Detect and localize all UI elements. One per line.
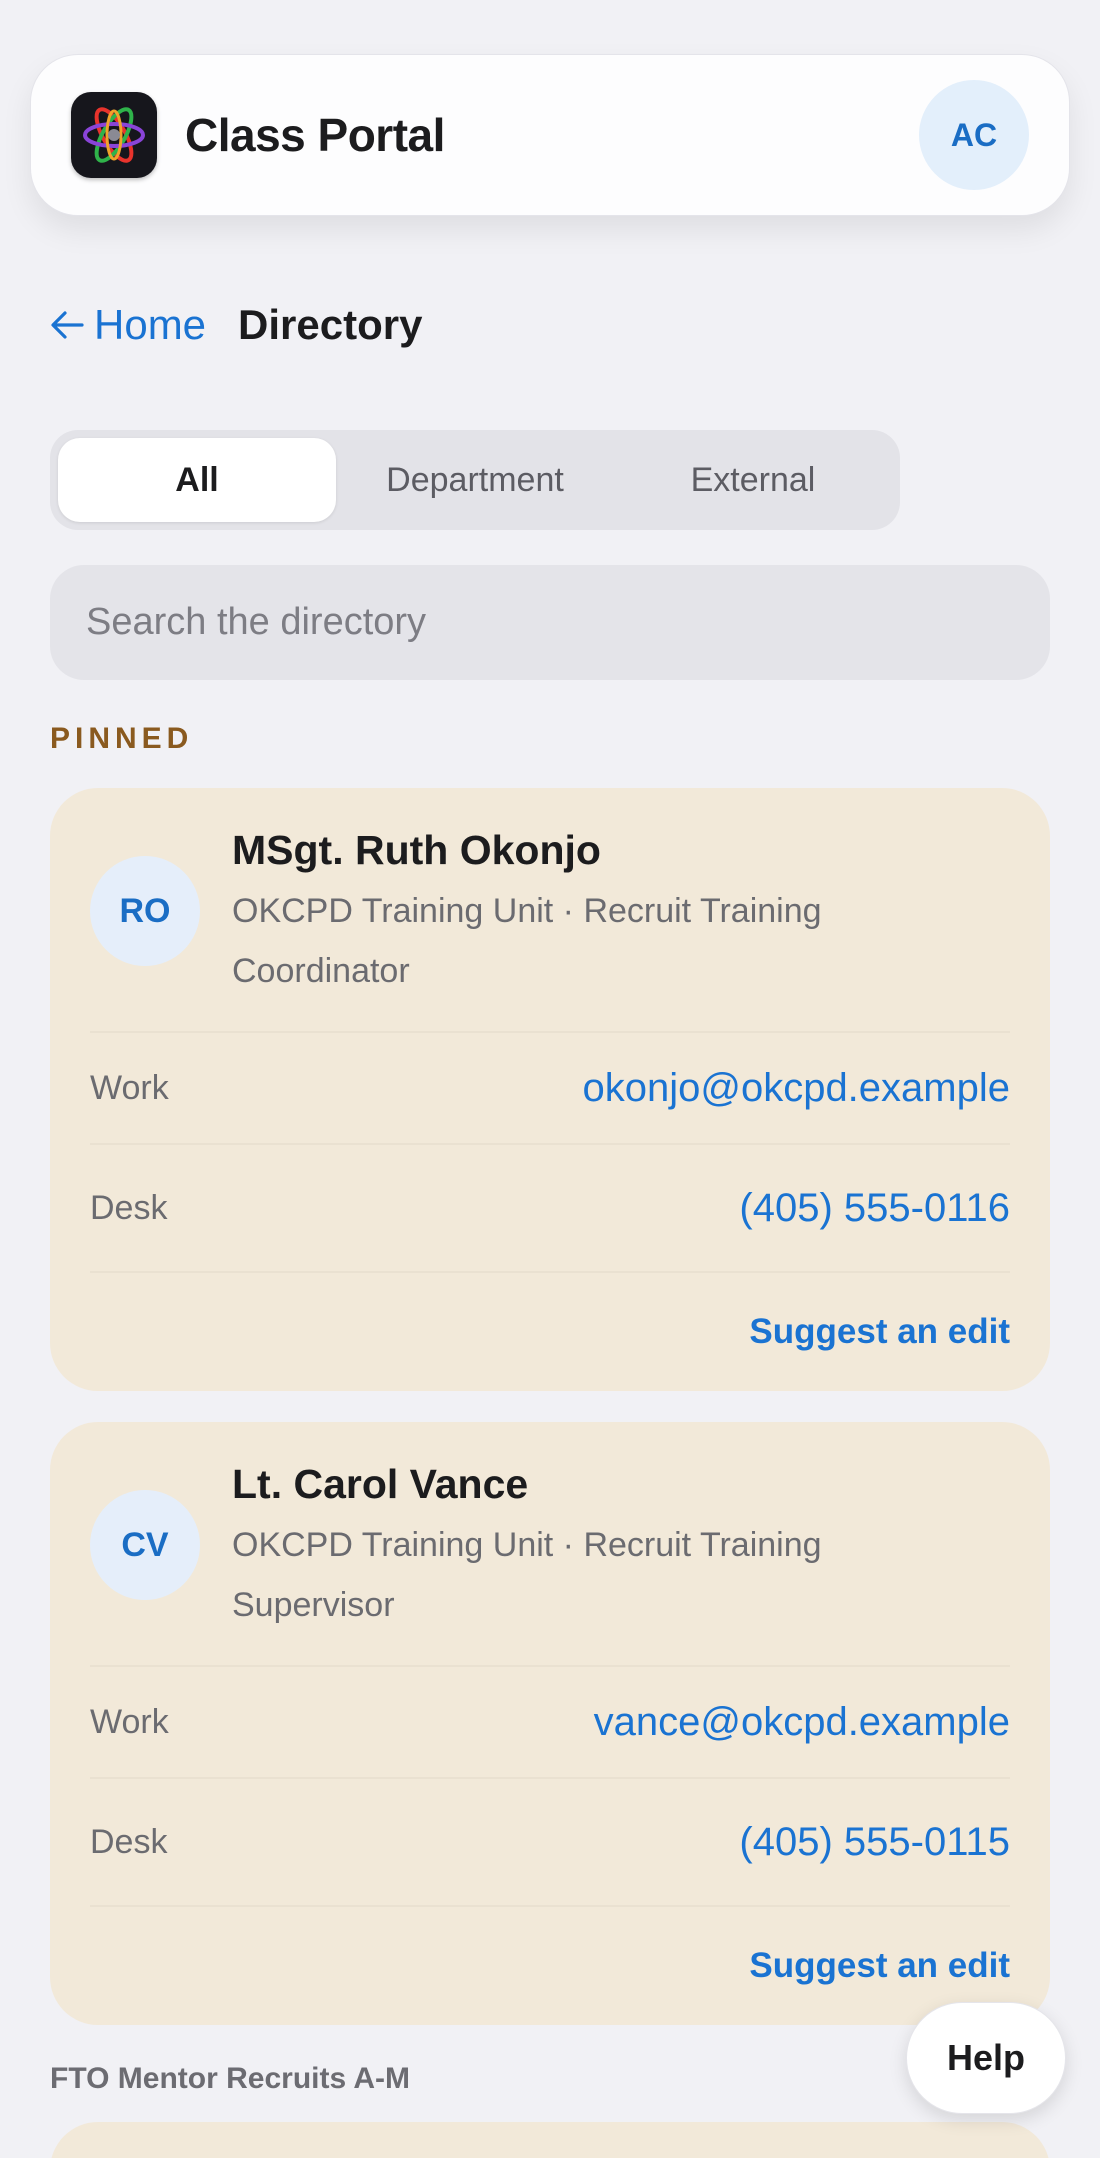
tab-department[interactable]: Department [336,438,614,522]
card-footer: Suggest an edit [90,1907,1010,2025]
app-title: Class Portal [185,109,445,161]
pinned-section-label: PINNED [50,722,194,755]
contact-role: OKCPD Training Unit · Recruit Training S… [232,1526,822,1625]
contact-card [50,2122,1050,2158]
app-header: Class Portal AC [30,54,1070,216]
contact-card: RO MSgt. Ruth Okonjo OKCPD Training Unit… [50,788,1050,1392]
directory-filter-tabs: All Department External [50,430,900,530]
desk-label: Desk [90,1188,168,1227]
page-title: Directory [238,301,423,348]
card-footer: Suggest an edit [90,1273,1010,1391]
back-home-link[interactable]: Home [50,301,206,349]
search-input[interactable] [50,565,1050,680]
user-avatar[interactable]: AC [919,80,1029,190]
desk-label: Desk [90,1822,168,1861]
tab-external[interactable]: External [614,438,892,522]
contact-info: MSgt. Ruth Okonjo OKCPD Training Unit · … [232,826,952,1001]
work-email-link[interactable]: vance@okcpd.example [594,1700,1010,1745]
atom-icon[interactable] [71,92,157,178]
work-email-row: Work okonjo@okcpd.example [90,1033,1010,1146]
contact-header: CV Lt. Carol Vance OKCPD Training Unit ·… [90,1422,1010,1668]
contact-name: Lt. Carol Vance [232,1461,529,1507]
arrow-left-icon [51,311,84,339]
group-section-label: FTO Mentor Recruits A-M [50,2062,411,2095]
work-email-row: Work vance@okcpd.example [90,1667,1010,1780]
suggest-edit-button[interactable]: Suggest an edit [749,1312,1010,1352]
breadcrumb: Home Directory [50,295,422,355]
help-button[interactable]: Help [906,2002,1066,2114]
desk-phone-link[interactable]: (405) 555-0115 [739,1820,1010,1865]
avatar: CV [90,1490,200,1600]
avatar: RO [90,856,200,966]
tab-all[interactable]: All [58,438,336,522]
suggest-edit-button[interactable]: Suggest an edit [749,1946,1010,1986]
contact-info: Lt. Carol Vance OKCPD Training Unit · Re… [232,1460,952,1635]
contact-card: CV Lt. Carol Vance OKCPD Training Unit ·… [50,1422,1050,2026]
work-email-link[interactable]: okonjo@okcpd.example [582,1066,1010,1111]
directory-page: Class Portal AC Home Directory All Depar… [0,0,1100,2158]
desk-phone-link[interactable]: (405) 555-0116 [739,1186,1010,1231]
desk-phone-row: Desk (405) 555-0115 [90,1779,1010,1908]
contact-header: RO MSgt. Ruth Okonjo OKCPD Training Unit… [90,788,1010,1034]
work-label: Work [90,1702,169,1741]
work-label: Work [90,1068,169,1107]
contact-name: MSgt. Ruth Okonjo [232,827,601,873]
back-link-label: Home [94,301,207,348]
desk-phone-row: Desk (405) 555-0116 [90,1145,1010,1274]
contact-role: OKCPD Training Unit · Recruit Training C… [232,892,822,991]
